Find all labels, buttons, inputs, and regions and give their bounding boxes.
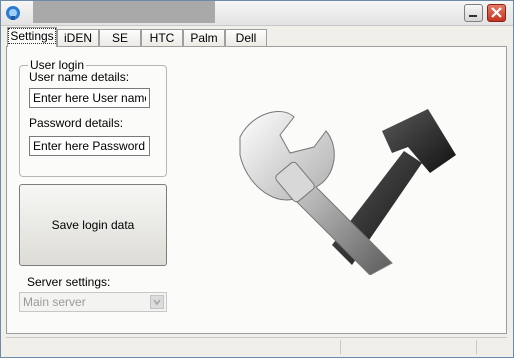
title-bar[interactable] <box>1 1 513 26</box>
minimize-button[interactable] <box>464 4 483 22</box>
app-icon[interactable] <box>5 5 21 21</box>
tab-se-label: SE <box>111 31 128 45</box>
tab-dell[interactable]: Dell <box>225 29 267 46</box>
tab-palm-label: Palm <box>190 31 218 45</box>
password-input[interactable] <box>29 136 150 156</box>
close-button[interactable] <box>487 4 506 22</box>
main-window: Settings iDEN SE HTC Palm Dell User logi… <box>0 0 514 358</box>
server-select-value: Main server <box>23 295 86 309</box>
tab-iden[interactable]: iDEN <box>57 29 99 46</box>
close-icon <box>491 7 502 18</box>
server-settings-label: Server settings: <box>27 275 111 289</box>
tab-settings[interactable]: Settings <box>7 27 57 47</box>
username-label: User name details: <box>29 70 130 84</box>
title-redaction <box>33 1 215 23</box>
password-label: Password details: <box>29 116 124 130</box>
settings-panel: User login User name details: Password d… <box>6 46 507 334</box>
username-input[interactable] <box>29 88 150 108</box>
user-login-group: User login User name details: Password d… <box>19 58 167 177</box>
minimize-icon <box>469 15 477 17</box>
status-bar <box>6 337 507 356</box>
tools-icon <box>239 109 456 275</box>
tab-dell-label: Dell <box>235 31 257 45</box>
tab-htc-label: HTC <box>149 31 175 45</box>
status-separator <box>476 340 477 354</box>
tab-palm[interactable]: Palm <box>183 29 225 46</box>
chevron-down-icon <box>150 295 164 309</box>
tab-se[interactable]: SE <box>99 29 141 46</box>
tab-settings-label: Settings <box>8 28 56 44</box>
tab-iden-label: iDEN <box>63 31 92 45</box>
server-select[interactable]: Main server <box>19 292 167 312</box>
status-separator <box>340 340 341 354</box>
tab-htc[interactable]: HTC <box>141 29 183 46</box>
save-login-button[interactable]: Save login data <box>19 184 167 266</box>
